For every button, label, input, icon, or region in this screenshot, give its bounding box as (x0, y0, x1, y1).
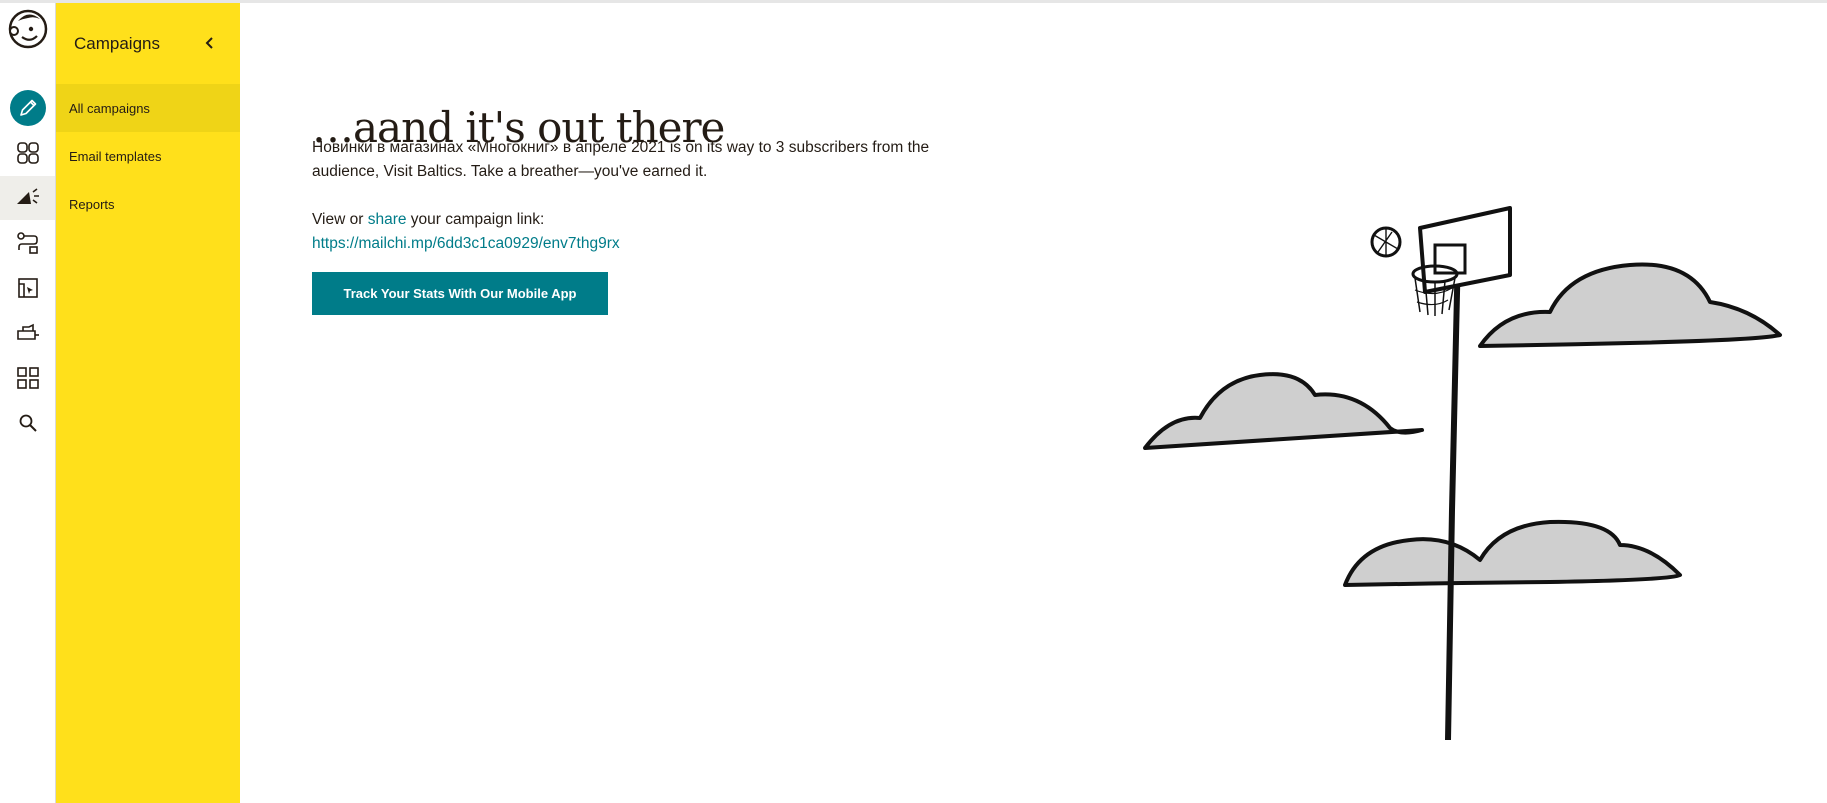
mailchimp-logo[interactable] (0, 5, 55, 53)
pencil-create-icon (9, 90, 46, 126)
content-studio-icon (16, 323, 39, 340)
nav-reports[interactable]: Reports (56, 180, 240, 228)
nav-all-campaigns[interactable]: All campaigns (56, 84, 240, 132)
search-icon (19, 414, 37, 432)
rail-automations-button[interactable] (0, 221, 55, 265)
megaphone-campaigns-icon (16, 188, 39, 204)
icon-rail (0, 3, 56, 803)
rail-campaigns-button[interactable] (0, 176, 55, 220)
collapse-panel-button[interactable] (196, 29, 224, 57)
link-prefix-text: View or (312, 211, 368, 228)
rail-audience-button[interactable] (0, 131, 55, 175)
audience-icon (16, 142, 39, 164)
basketball (1370, 226, 1402, 258)
rail-website-button[interactable] (0, 266, 55, 310)
sent-message: Новинки в магазинах «Многокниг» в апреле… (312, 139, 930, 180)
rail-integrations-button[interactable] (0, 356, 55, 400)
share-link[interactable]: share (368, 211, 407, 228)
panel-title: Campaigns (74, 34, 160, 53)
backboard (1411, 206, 1512, 316)
campaign-url-link[interactable]: https://mailchi.mp/6dd3c1ca0929/env7thg9… (312, 235, 620, 252)
chevron-left-icon (205, 37, 213, 49)
automations-icon (16, 232, 38, 254)
track-stats-mobile-app-button[interactable]: Track Your Stats With Our Mobile App (312, 272, 608, 315)
nav-email-templates[interactable]: Email templates (56, 132, 240, 180)
basketball-clouds-illustration (1143, 206, 1782, 740)
rail-search-button[interactable] (0, 401, 55, 445)
top-border (0, 0, 1827, 3)
link-suffix-text: your campaign link: (406, 211, 545, 228)
rail-content-button[interactable] (0, 311, 55, 355)
freddie-logo-icon (8, 9, 47, 49)
cloud-left (1143, 372, 1424, 450)
campaign-link-block: View or share your campaign link: https:… (312, 208, 962, 256)
basketball-pole (1445, 249, 1461, 740)
campaigns-panel: Campaigns All campaigns Email templates … (56, 3, 240, 803)
cloud-right (1478, 262, 1782, 348)
rail-create-button[interactable] (0, 86, 55, 130)
integrations-grid-icon (16, 367, 39, 389)
cloud-bottom (1343, 519, 1682, 587)
website-icon (17, 278, 38, 298)
